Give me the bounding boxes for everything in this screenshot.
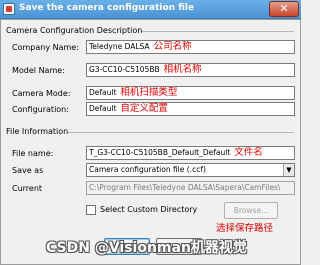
current-path-value: C:\Program Files\Teledyne DALSA\Sapera\C…: [89, 183, 281, 192]
save-as-select[interactable]: Camera configuration file (.ccf): [86, 163, 295, 177]
window-title: Save the camera configuration file: [19, 3, 195, 13]
save-as-value: Camera configuration file (.ccf): [89, 165, 206, 174]
camera-mode-annotation: 相机扫描类型: [120, 87, 178, 98]
chevron-down-icon[interactable]: ▼: [283, 164, 294, 176]
camera-mode-value: Default: [89, 88, 117, 97]
current-path-field: C:\Program Files\Teledyne DALSA\Sapera\C…: [86, 181, 295, 195]
company-name-annotation: 公司名称: [153, 41, 192, 52]
configuration-value: Default: [89, 104, 117, 113]
browse-button[interactable]: Browse...: [224, 202, 278, 219]
model-name-annotation: 相机名称: [163, 64, 202, 75]
model-name-value: G3-CC10-C5105BB: [89, 65, 160, 74]
custom-directory-label[interactable]: Select Custom Directory: [100, 205, 197, 214]
close-button[interactable]: ✕: [269, 1, 299, 17]
file-name-value: T_G3-CC10-C5105BB_Default_Default: [89, 148, 231, 157]
custom-directory-checkbox[interactable]: [86, 205, 96, 215]
model-name-field[interactable]: G3-CC10-C5105BB 相机名称: [86, 63, 295, 77]
current-label: Current: [12, 184, 43, 193]
company-name-label: Company Name:: [12, 43, 79, 52]
camera-mode-label: Camera Mode:: [12, 89, 71, 98]
configuration-label: Configuration:: [12, 105, 69, 114]
company-name-field[interactable]: Teledyne DALSA 公司名称: [86, 40, 295, 54]
camera-section-divider: [142, 31, 294, 32]
save-as-label: Save as: [12, 166, 44, 175]
file-name-label: File name:: [12, 149, 54, 158]
model-name-label: Model Name:: [12, 66, 65, 75]
camera-mode-field[interactable]: Default 相机扫描类型: [86, 86, 295, 100]
file-name-input[interactable]: T_G3-CC10-C5105BB_Default_Default 文件名: [86, 146, 295, 160]
configuration-field[interactable]: Default 自定义配置: [86, 102, 295, 116]
file-section-title: File Information: [6, 127, 69, 136]
close-icon: ✕: [279, 2, 289, 15]
file-name-annotation: 文件名: [234, 147, 263, 158]
file-section-divider: [68, 132, 294, 133]
camera-file-icon: [3, 3, 15, 15]
company-name-value: Teledyne DALSA: [89, 42, 150, 51]
watermark: CSDN @Visionman机器视觉: [46, 240, 247, 256]
browse-annotation: 选择保存路径: [216, 223, 274, 234]
configuration-annotation: 自定义配置: [120, 103, 168, 114]
camera-section-title: Camera Configuration Description: [6, 26, 143, 35]
